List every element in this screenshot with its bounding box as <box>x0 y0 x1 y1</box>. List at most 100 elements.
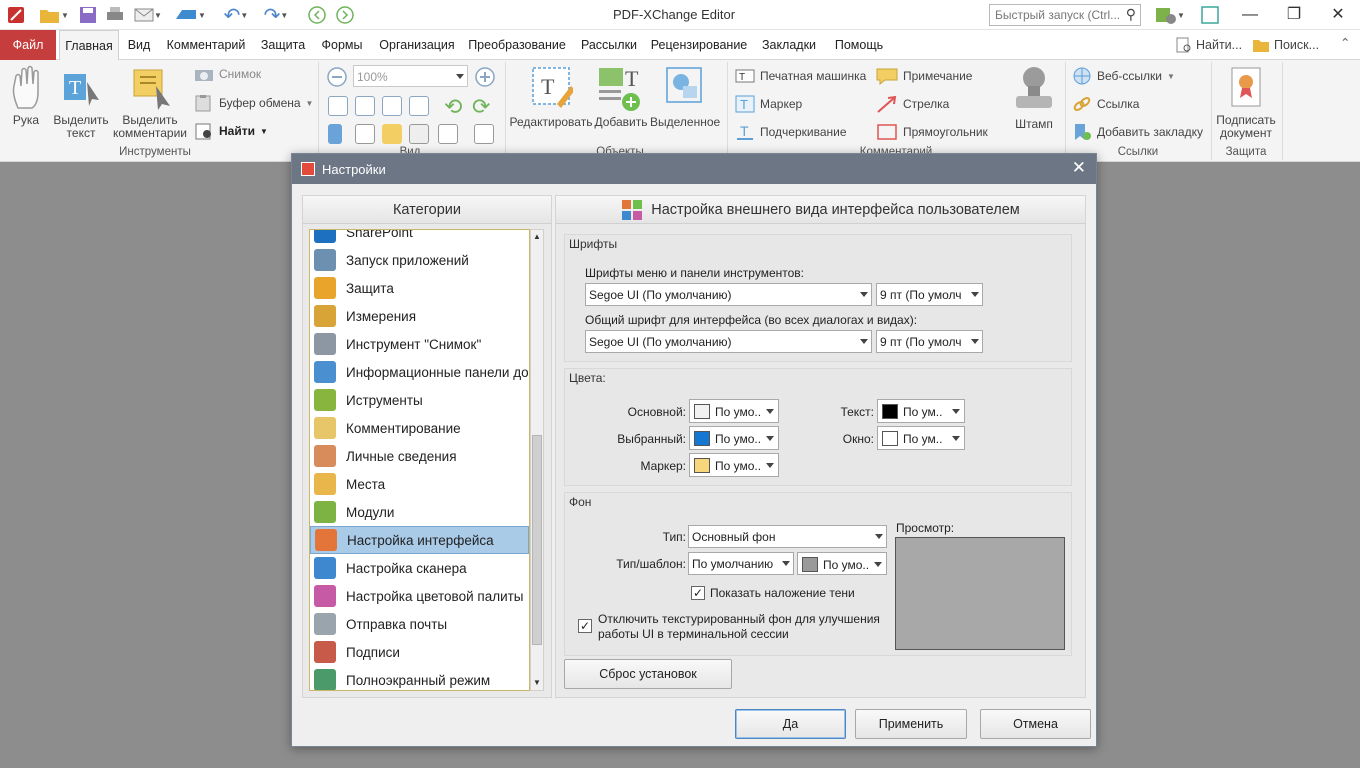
tab-organize[interactable]: Организация <box>374 30 460 60</box>
rotate-right-button[interactable]: ⟳ <box>472 94 490 120</box>
tab-protect[interactable]: Защита <box>256 30 310 60</box>
scroll-thumb[interactable] <box>532 435 542 645</box>
add-object-label: Добавить <box>594 115 648 129</box>
rectangle-button[interactable]: Прямоугольник <box>876 123 988 141</box>
ui-font-select[interactable]: Segoe UI (По умолчанию) <box>585 330 872 353</box>
select-text-button[interactable]: T Выделить текст <box>52 70 110 140</box>
snapshot-button[interactable]: Снимок <box>194 66 261 82</box>
note-button[interactable]: Примечание <box>876 67 972 85</box>
reset-button[interactable]: Сброс установок <box>564 659 732 689</box>
underline-button[interactable]: T Подчеркивание <box>735 123 847 141</box>
tab-convert[interactable]: Преобразование <box>464 30 570 60</box>
primary-color-picker[interactable]: По умо.. <box>689 399 779 423</box>
menu-font-size-select[interactable]: 9 пт (По умолч <box>876 283 983 306</box>
tab-file[interactable]: Файл <box>0 30 56 60</box>
tab-review[interactable]: Рецензирование <box>648 30 750 60</box>
find-button[interactable]: Найти... <box>1176 35 1248 55</box>
category-item[interactable]: Измерения <box>310 302 529 330</box>
bg-pattern-color-picker[interactable]: По умо.. <box>797 552 887 575</box>
tab-home[interactable]: Главная <box>59 30 119 61</box>
search-button[interactable]: Поиск... <box>1252 35 1332 55</box>
actual-size-icon[interactable] <box>328 96 348 116</box>
category-item[interactable]: Настройка интерфейса <box>310 526 529 554</box>
category-item[interactable]: Информационные панели до <box>310 358 529 386</box>
find-tool-button[interactable]: Найти ▼ <box>194 122 268 140</box>
zoom-combo[interactable]: 100% <box>353 65 468 87</box>
restore-button[interactable]: ❐ <box>1279 3 1309 27</box>
category-item[interactable]: Подписи <box>310 638 529 666</box>
ribbon-collapse-icon[interactable]: ⌃ <box>1340 35 1354 55</box>
fit-visible-icon[interactable] <box>409 96 429 116</box>
settings-gear-icon[interactable]: ▼ <box>1150 4 1190 26</box>
window-color-picker[interactable]: По ум.. <box>877 426 965 450</box>
minimize-button[interactable]: — <box>1235 3 1265 27</box>
tab-mailings[interactable]: Рассылки <box>574 30 644 60</box>
clipboard-button[interactable]: Буфер обмена ▼ <box>194 94 313 112</box>
note-label: Примечание <box>903 69 973 83</box>
fullscreen-icon[interactable] <box>1198 4 1222 26</box>
zoom-out-button[interactable] <box>326 66 348 88</box>
bg-pattern-select[interactable]: По умолчанию <box>688 552 794 575</box>
category-item[interactable]: Места <box>310 470 529 498</box>
link-button[interactable]: Ссылка <box>1072 95 1139 113</box>
category-item[interactable]: Защита <box>310 274 529 302</box>
category-item[interactable]: Полноэкранный режим <box>310 666 529 690</box>
close-button[interactable]: ✕ <box>1323 3 1353 27</box>
apply-button[interactable]: Применить <box>855 709 967 739</box>
category-item[interactable]: Модули <box>310 498 529 526</box>
ui-font-value: Segoe UI (По умолчанию) <box>589 335 732 349</box>
shadow-checkbox[interactable]: ✓ <box>691 586 705 600</box>
category-item[interactable]: Комментирование <box>310 414 529 442</box>
edit-button[interactable]: T Редактировать <box>508 64 594 129</box>
comments-panel-icon[interactable] <box>382 124 402 144</box>
category-item[interactable]: Инструмент "Снимок" <box>310 330 529 358</box>
zoom-in-button[interactable] <box>474 66 496 88</box>
categories-scrollbar[interactable]: ▲ ▼ <box>530 229 544 691</box>
category-item[interactable]: Настройка сканера <box>310 554 529 582</box>
category-item[interactable]: Отправка почты <box>310 610 529 638</box>
ui-font-size-select[interactable]: 9 пт (По умолч <box>876 330 983 353</box>
sign-document-button[interactable]: Подписать документ <box>1214 66 1278 140</box>
add-bookmark-button[interactable]: Добавить закладку <box>1072 123 1203 141</box>
fit-page-icon[interactable] <box>355 96 375 116</box>
bookmark-icon[interactable] <box>328 124 342 144</box>
typewriter-button[interactable]: T Печатная машинка <box>735 67 866 85</box>
selected-color-picker[interactable]: По умо.. <box>689 426 779 450</box>
add-object-button[interactable]: T Добавить <box>592 64 650 129</box>
attachments-icon[interactable] <box>409 124 429 144</box>
marker-color-picker[interactable]: По умо.. <box>689 453 779 477</box>
tab-comment[interactable]: Комментарий <box>160 30 252 60</box>
stamp-button[interactable]: Штамп <box>1008 64 1060 131</box>
hand-tool-button[interactable]: Рука <box>6 64 46 127</box>
properties-icon[interactable] <box>438 124 458 144</box>
bg-type-select[interactable]: Основный фон <box>688 525 887 548</box>
category-item[interactable]: Личные сведения <box>310 442 529 470</box>
pages-icon[interactable] <box>355 124 375 144</box>
tab-forms[interactable]: Формы <box>314 30 370 60</box>
text-color-picker[interactable]: По ум.. <box>877 399 965 423</box>
highlighter-button[interactable]: T Маркер <box>735 95 802 113</box>
cancel-button[interactable]: Отмена <box>980 709 1091 739</box>
category-item[interactable]: SharePoint <box>310 230 529 246</box>
category-item[interactable]: Иструменты <box>310 386 529 414</box>
menu-font-select[interactable]: Segoe UI (По умолчанию) <box>585 283 872 306</box>
ok-button[interactable]: Да <box>735 709 846 739</box>
category-item[interactable]: Настройка цветовой палиты <box>310 582 529 610</box>
scroll-up-icon[interactable]: ▲ <box>531 230 543 244</box>
fit-width-icon[interactable] <box>382 96 402 116</box>
terminal-checkbox[interactable]: ✓ <box>578 619 592 633</box>
quick-search-input[interactable]: Быстрый запуск (Ctrl... ⚲ <box>989 4 1141 26</box>
selected-object-button[interactable]: Выделенное <box>650 64 720 129</box>
web-links-button[interactable]: Веб-ссылки ▼ <box>1072 67 1175 85</box>
layers-icon[interactable] <box>474 124 494 144</box>
select-comments-button[interactable]: Выделить комментарии <box>110 66 190 140</box>
dialog-close-icon[interactable]: ✕ <box>1072 158 1086 178</box>
scroll-down-icon[interactable]: ▼ <box>531 676 543 690</box>
tab-bookmarks[interactable]: Закладки <box>754 30 824 60</box>
arrow-button[interactable]: Стрелка <box>876 95 949 113</box>
rotate-left-button[interactable]: ⟲ <box>444 94 462 120</box>
tab-help[interactable]: Помощь <box>828 30 890 60</box>
terminal-checkbox-label: Отключить текстурированный фон для улучш… <box>598 612 880 641</box>
category-item[interactable]: Запуск приложений <box>310 246 529 274</box>
tab-view[interactable]: Вид <box>122 30 156 60</box>
